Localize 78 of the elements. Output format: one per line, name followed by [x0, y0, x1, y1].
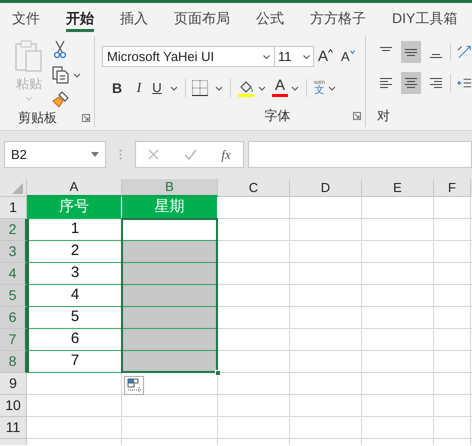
ribbon-tab[interactable]: 页面布局 — [174, 3, 230, 33]
align-middle-icon — [404, 48, 417, 56]
align-button[interactable] — [400, 41, 422, 63]
table-cell[interactable] — [122, 329, 218, 351]
row-header[interactable]: 1 — [0, 197, 27, 219]
paintbrush-icon[interactable] — [52, 91, 69, 108]
table-cell[interactable] — [122, 241, 218, 263]
group-label: 字体 — [264, 107, 290, 126]
underline-button[interactable]: U — [150, 78, 164, 98]
dropdown-caret-icon — [91, 152, 99, 157]
dropdown-caret-icon[interactable] — [73, 72, 81, 78]
align-bottom-icon — [430, 54, 442, 58]
dropdown-caret-icon — [25, 96, 33, 101]
row-header[interactable]: 6 — [0, 307, 27, 329]
ribbon-tab[interactable]: DIY工具箱 — [392, 3, 458, 33]
ribbon-tab[interactable]: 文件 — [12, 3, 40, 33]
align-center-icon — [404, 78, 417, 88]
name-box[interactable]: B2 — [4, 141, 106, 168]
dropdown-caret-icon[interactable] — [215, 86, 223, 90]
ribbon-tab[interactable]: 公式 — [256, 3, 284, 33]
italic-button[interactable]: I — [130, 78, 148, 98]
dropdown-caret-icon[interactable] — [291, 86, 299, 90]
table-cell[interactable]: 6 — [27, 329, 122, 351]
ribbon-tab[interactable]: 开始 — [66, 3, 94, 33]
row-header[interactable]: 2 — [0, 219, 27, 241]
row-header[interactable]: 7 — [0, 329, 27, 351]
dropdown-caret-icon[interactable] — [328, 86, 336, 90]
caret-up-icon — [328, 49, 334, 53]
font-name-dropdown[interactable]: Microsoft YaHei UI — [102, 46, 275, 67]
dialog-launcher-icon[interactable] — [82, 114, 90, 122]
orientation-icon[interactable] — [456, 44, 472, 60]
dropdown-caret-icon[interactable] — [258, 86, 266, 90]
row-header[interactable]: 8 — [0, 351, 27, 373]
row-header[interactable]: 3 — [0, 241, 27, 263]
copy-icon[interactable] — [52, 66, 69, 84]
clipboard-icon — [14, 39, 44, 73]
row-header[interactable]: 5 — [0, 285, 27, 307]
formula-input[interactable] — [248, 141, 472, 168]
column-header[interactable]: B — [122, 179, 218, 197]
table-cell[interactable]: 4 — [27, 285, 122, 307]
table-cell[interactable]: 2 — [27, 241, 122, 263]
table-cell[interactable]: 1 — [27, 219, 122, 241]
insert-function-button[interactable]: fx — [221, 144, 231, 164]
row-header[interactable]: 10 — [0, 395, 27, 417]
caret-down-icon — [350, 50, 355, 54]
row-header[interactable]: 4 — [0, 263, 27, 285]
align-button[interactable] — [400, 72, 422, 94]
table-cell[interactable]: 5 — [27, 307, 122, 329]
group-label: 对 — [377, 107, 390, 126]
table-cell[interactable]: 3 — [27, 263, 122, 285]
fill-handle[interactable] — [215, 370, 221, 376]
row-header[interactable]: 11 — [0, 417, 27, 439]
borders-icon[interactable] — [192, 80, 208, 96]
grow-font-button[interactable]: A — [318, 49, 334, 64]
shrink-font-button[interactable]: A — [341, 50, 355, 63]
bold-button[interactable]: B — [108, 78, 126, 98]
font-size-dropdown[interactable]: 11 — [275, 46, 314, 67]
align-left-icon — [380, 78, 392, 88]
font-color-button[interactable]: A — [272, 79, 288, 97]
dropdown-caret-icon — [303, 54, 310, 58]
table-cell[interactable] — [122, 263, 218, 285]
dropdown-caret-icon — [263, 54, 270, 58]
ribbon-tab[interactable]: 方方格子 — [310, 3, 366, 33]
align-right-icon — [430, 78, 442, 88]
quick-analysis-icon[interactable] — [124, 376, 144, 395]
scissors-icon[interactable] — [54, 41, 66, 59]
group-label: 剪贴板 — [18, 109, 57, 127]
ribbon-tab[interactable]: 插入 — [120, 3, 148, 33]
dropdown-caret-icon[interactable] — [170, 86, 178, 90]
drag-handle-icon[interactable] — [119, 149, 122, 160]
fill-bucket-icon[interactable] — [238, 80, 255, 96]
row-header[interactable]: 9 — [0, 373, 27, 395]
table-cell[interactable]: 7 — [27, 351, 122, 373]
dialog-launcher-icon[interactable] — [353, 112, 361, 120]
table-cell[interactable] — [122, 307, 218, 329]
align-top-icon — [380, 47, 392, 51]
checkmark-icon[interactable] — [184, 149, 197, 160]
table-cell[interactable] — [122, 285, 218, 307]
